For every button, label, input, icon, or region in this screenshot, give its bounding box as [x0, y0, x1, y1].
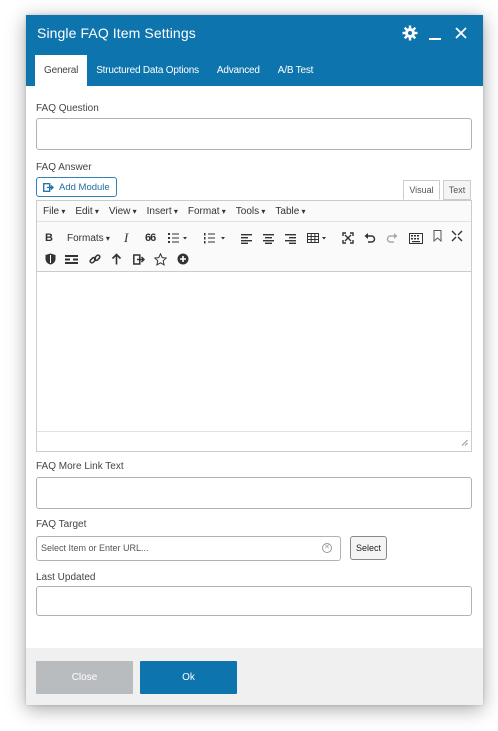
faq-settings-dialog: Single FAQ Item Settings General Structu… — [26, 15, 483, 705]
expand-button[interactable] — [451, 227, 463, 245]
table-button[interactable] — [307, 229, 329, 247]
faq-target-label: FAQ Target — [36, 519, 87, 530]
menu-format[interactable]: Format — [188, 206, 226, 217]
tab-structured-data-options[interactable]: Structured Data Options — [87, 55, 208, 86]
bullet-list-icon — [168, 233, 187, 243]
gear-icon[interactable] — [401, 24, 419, 42]
fullscreen-button[interactable] — [342, 229, 354, 247]
insert-module-icon — [133, 253, 145, 265]
redo-button[interactable] — [386, 229, 398, 247]
keyboard-icon — [409, 232, 423, 244]
visual-tab[interactable]: Visual — [403, 180, 440, 200]
editor-menubar: File Edit View Insert Format Tools Table — [37, 201, 471, 222]
menu-view[interactable]: View — [109, 206, 137, 217]
bookmark-button[interactable] — [433, 227, 442, 245]
dialog-header: Single FAQ Item Settings General Structu… — [26, 15, 483, 86]
dialog-footer: Close Ok — [26, 648, 483, 705]
close-icon[interactable] — [453, 24, 471, 42]
numbered-list-icon — [204, 233, 225, 244]
add-module-label: Add Module — [59, 181, 110, 193]
header-controls — [401, 24, 471, 42]
menu-table[interactable]: Table — [275, 206, 305, 217]
faq-target-input[interactable]: Select Item or Enter URL... ✕ — [36, 536, 341, 561]
blockquote-button[interactable]: 66 — [145, 229, 156, 247]
menu-edit[interactable]: Edit — [75, 206, 98, 217]
tab-ab-test[interactable]: A/B Test — [269, 55, 322, 86]
faq-question-label: FAQ Question — [36, 103, 99, 114]
bold-button[interactable]: B — [45, 229, 53, 247]
text-tab[interactable]: Text — [443, 180, 471, 200]
arrow-up-icon — [111, 253, 122, 265]
redo-icon — [386, 233, 398, 243]
align-left-button[interactable] — [241, 229, 252, 247]
link-icon — [89, 254, 101, 264]
rich-text-editor: File Edit View Insert Format Tools Table… — [36, 200, 472, 452]
dialog-title: Single FAQ Item Settings — [37, 25, 196, 41]
last-updated-input[interactable] — [36, 586, 472, 616]
keyboard-button[interactable] — [409, 229, 423, 247]
horizontal-rule-icon — [65, 254, 78, 264]
last-updated-label: Last Updated — [36, 572, 96, 583]
undo-icon — [364, 233, 376, 243]
menu-tools[interactable]: Tools — [236, 206, 266, 217]
faq-question-input[interactable] — [36, 118, 472, 150]
faq-answer-label: FAQ Answer — [36, 162, 92, 173]
editor-statusbar — [37, 432, 471, 449]
select-button[interactable]: Select — [350, 536, 387, 560]
numbered-list-button[interactable] — [204, 229, 228, 247]
tab-advanced[interactable]: Advanced — [208, 55, 269, 86]
editor-toolbar: B Formats ▾ I 66 — [37, 222, 471, 272]
horizontal-rule-button[interactable] — [65, 250, 78, 268]
menu-insert[interactable]: Insert — [147, 206, 178, 217]
tab-general[interactable]: General — [35, 55, 88, 86]
shield-icon — [45, 253, 56, 265]
menu-file[interactable]: File — [43, 206, 65, 217]
bullet-list-button[interactable] — [168, 229, 190, 247]
undo-button[interactable] — [364, 229, 376, 247]
ok-button[interactable]: Ok — [140, 661, 237, 694]
dialog-body: FAQ Question FAQ Answer Add Module Visua… — [26, 86, 483, 648]
formats-dropdown[interactable]: Formats ▾ — [67, 229, 110, 247]
bookmark-icon — [433, 230, 442, 242]
insert-module-button[interactable] — [133, 250, 145, 268]
faq-target-placeholder: Select Item or Enter URL... — [41, 543, 149, 553]
editor-content-area[interactable] — [37, 272, 471, 432]
italic-button[interactable]: I — [124, 229, 128, 247]
table-icon — [307, 232, 326, 243]
close-button[interactable]: Close — [36, 661, 133, 694]
star-button[interactable] — [154, 250, 167, 268]
tab-bar: General Structured Data Options Advanced… — [35, 55, 322, 86]
faq-more-link-label: FAQ More Link Text — [36, 461, 124, 472]
formats-label: Formats — [67, 232, 104, 244]
add-module-button[interactable]: Add Module — [36, 177, 117, 197]
plus-circle-icon — [177, 253, 189, 265]
arrow-up-button[interactable] — [111, 250, 122, 268]
resize-handle-icon[interactable] — [461, 439, 468, 446]
clear-icon[interactable]: ✕ — [322, 543, 332, 553]
align-center-icon — [263, 233, 274, 244]
shield-button[interactable] — [45, 250, 56, 268]
align-right-icon — [285, 233, 296, 244]
align-center-button[interactable] — [263, 229, 274, 247]
minimize-icon[interactable] — [427, 24, 445, 42]
fullscreen-icon — [342, 232, 354, 244]
faq-more-link-input[interactable] — [36, 477, 472, 509]
link-button[interactable] — [89, 250, 101, 268]
align-right-button[interactable] — [285, 229, 296, 247]
star-icon — [154, 252, 167, 266]
add-module-icon — [43, 182, 54, 192]
add-circle-button[interactable] — [177, 250, 189, 268]
align-left-icon — [241, 233, 252, 244]
expand-icon — [451, 230, 463, 242]
